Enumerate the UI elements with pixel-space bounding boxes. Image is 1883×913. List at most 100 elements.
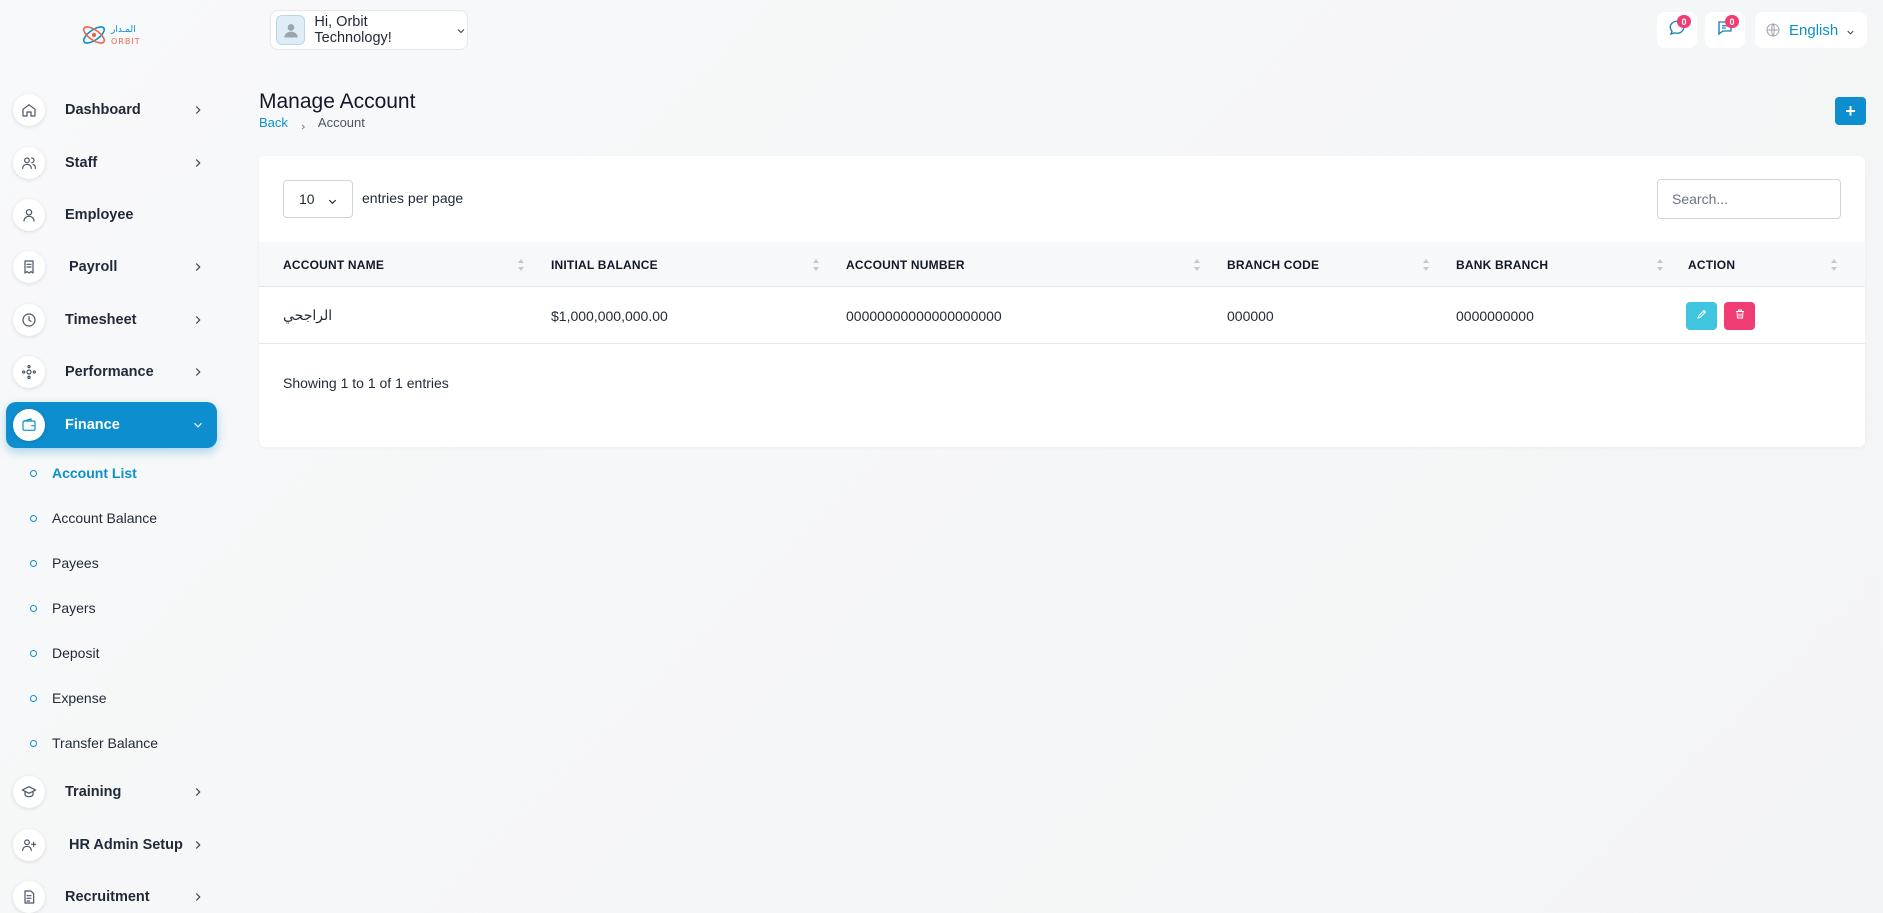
chevron-down-icon <box>455 24 467 36</box>
search-input[interactable] <box>1657 179 1841 219</box>
home-icon <box>13 94 45 126</box>
breadcrumb: Back Account <box>259 115 365 130</box>
chevron-right-icon <box>191 890 205 904</box>
user-greeting: Hi, Orbit Technology! <box>314 14 392 46</box>
submenu-transfer-balance[interactable]: Transfer Balance <box>30 728 158 758</box>
chevron-right-icon <box>191 785 205 799</box>
sidebar-item-label: Finance <box>65 417 120 433</box>
sidebar-item-label: Recruitment <box>65 889 150 905</box>
cell-account-name: الراجحي <box>283 307 333 323</box>
globe-icon <box>1765 22 1781 38</box>
sidebar-item-staff[interactable]: Staff <box>6 140 217 186</box>
trash-icon <box>1734 307 1746 325</box>
graduation-cap-icon <box>13 776 45 808</box>
language-label: English <box>1789 21 1839 39</box>
messages-badge: 0 <box>1725 15 1739 28</box>
sidebar-item-label: Performance <box>65 364 154 380</box>
sort-icon[interactable] <box>517 258 525 272</box>
messages-button[interactable]: 0 <box>1705 12 1745 48</box>
sidebar-item-employee[interactable]: Employee <box>6 192 217 238</box>
sidebar-item-payroll[interactable]: Payroll <box>6 244 217 290</box>
bullet-icon <box>30 649 37 657</box>
submenu-account-balance[interactable]: Account Balance <box>30 503 157 533</box>
submenu-payees[interactable]: Payees <box>30 548 99 578</box>
cell-bank-branch: 0000000000 <box>1456 307 1534 324</box>
column-header-initial-balance[interactable]: INITIAL BALANCE <box>551 242 658 287</box>
submenu-label: Payees <box>52 555 99 571</box>
user-menu[interactable]: Hi, Orbit Technology! <box>270 10 468 50</box>
submenu-label: Account Balance <box>52 510 158 526</box>
column-header-account-name[interactable]: ACCOUNT NAME <box>283 242 384 287</box>
chevron-right-icon <box>191 313 205 327</box>
column-header-bank-branch[interactable]: BANK BRANCH <box>1456 242 1548 287</box>
sidebar-item-training[interactable]: Training <box>6 769 217 815</box>
bullet-icon <box>30 604 37 612</box>
sidebar-item-timesheet[interactable]: Timesheet <box>6 297 217 343</box>
column-header-action[interactable]: ACTION <box>1688 242 1735 287</box>
sidebar-item-label: Employee <box>65 207 134 223</box>
svg-text:المـدار: المـدار <box>110 25 136 35</box>
submenu-account-list[interactable]: Account List <box>30 458 137 488</box>
sidebar-item-label: Timesheet <box>65 312 137 328</box>
sort-icon[interactable] <box>1422 258 1430 272</box>
sidebar-item-performance[interactable]: Performance <box>6 349 217 395</box>
users-icon <box>13 147 45 179</box>
cell-account-number: 00000000000000000000 <box>846 307 1002 324</box>
document-icon <box>13 881 45 913</box>
clock-icon <box>13 304 45 336</box>
entries-per-page-select[interactable]: 10 <box>283 180 353 218</box>
add-account-button[interactable]: + <box>1835 97 1866 125</box>
chevron-down-icon <box>191 418 205 432</box>
svg-text:ORBIT: ORBIT <box>111 37 141 46</box>
entries-value: 10 <box>299 191 315 207</box>
receipt-icon <box>13 251 45 283</box>
submenu-deposit[interactable]: Deposit <box>30 638 99 668</box>
sidebar-item-label: HR Admin Setup <box>69 837 183 853</box>
sidebar-item-hr-admin-setup[interactable]: HR Admin Setup <box>6 822 217 868</box>
chevron-down-icon <box>327 194 338 205</box>
sort-icon[interactable] <box>1193 258 1201 272</box>
submenu-label: Account List <box>52 465 137 481</box>
bullet-icon <box>30 469 37 477</box>
sort-icon[interactable] <box>1656 258 1664 272</box>
chevron-right-icon <box>191 260 205 274</box>
submenu-payers[interactable]: Payers <box>30 593 96 623</box>
chat-button[interactable]: 0 <box>1657 12 1697 48</box>
sidebar-item-recruitment[interactable]: Recruitment <box>6 874 217 913</box>
cell-branch-code: 000000 <box>1227 307 1274 324</box>
submenu-label: Deposit <box>52 645 100 661</box>
chat-badge: 0 <box>1677 15 1691 28</box>
performance-icon <box>13 356 45 388</box>
breadcrumb-back-link[interactable]: Back <box>259 115 288 130</box>
submenu-label: Transfer Balance <box>52 735 159 751</box>
language-selector[interactable]: English <box>1755 12 1867 48</box>
submenu-label: Payers <box>52 600 96 616</box>
orbit-logo[interactable]: المـدار ORBIT <box>80 18 142 52</box>
pencil-icon <box>1696 307 1708 325</box>
sort-icon[interactable] <box>1830 258 1838 272</box>
wallet-icon <box>13 409 45 441</box>
user-plus-icon <box>13 829 45 861</box>
column-header-account-number[interactable]: ACCOUNT NUMBER <box>846 242 965 287</box>
cell-initial-balance: $1,000,000,000.00 <box>551 307 668 324</box>
page-title: Manage Account <box>259 90 416 113</box>
bullet-icon <box>30 514 37 522</box>
sidebar: المـدار ORBIT Dashboard Staff Employee P… <box>0 0 228 913</box>
bullet-icon <box>30 739 37 747</box>
edit-button[interactable] <box>1686 302 1717 330</box>
sidebar-item-dashboard[interactable]: Dashboard <box>6 87 217 133</box>
sidebar-item-label: Payroll <box>69 259 118 275</box>
submenu-expense[interactable]: Expense <box>30 683 106 713</box>
chevron-right-icon <box>191 156 205 170</box>
chevron-right-icon <box>191 838 205 852</box>
table-info: Showing 1 to 1 of 1 entries <box>283 375 449 391</box>
breadcrumb-current: Account <box>317 115 365 130</box>
delete-button[interactable] <box>1724 302 1755 330</box>
user-icon <box>13 199 45 231</box>
avatar <box>276 15 306 45</box>
column-header-branch-code[interactable]: BRANCH CODE <box>1227 242 1319 287</box>
table-header: ACCOUNT NAME INITIAL BALANCE ACCOUNT NUM… <box>259 242 1865 287</box>
sidebar-item-finance[interactable]: Finance <box>6 402 217 448</box>
sort-icon[interactable] <box>812 258 820 272</box>
sidebar-item-label: Training <box>65 784 122 800</box>
